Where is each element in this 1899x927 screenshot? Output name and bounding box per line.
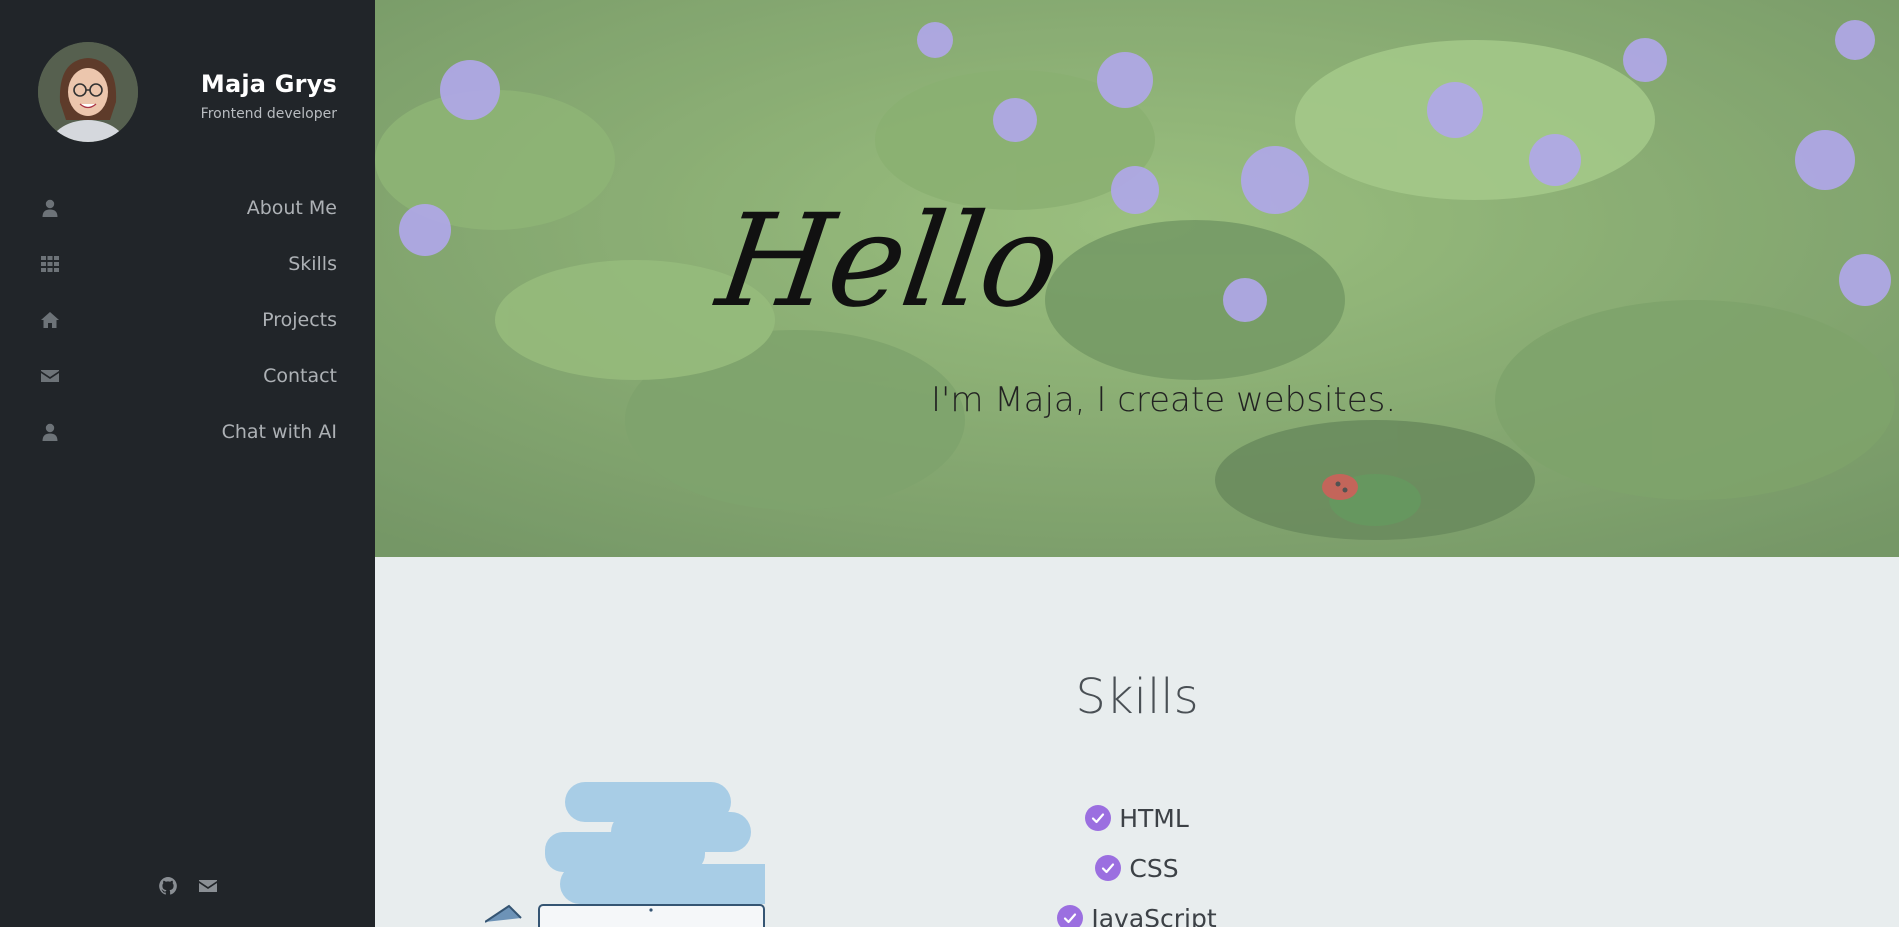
sidebar-item-label: Projects <box>262 309 337 331</box>
hero-banner: Hello I'm Maja, I create websites. <box>375 0 1899 557</box>
hero-tagline: I'm Maja, I create websites. <box>931 380 1397 420</box>
user-icon <box>40 422 60 442</box>
skill-list: HTML CSS JavaScript <box>375 793 1899 927</box>
sidebar-item-label: Skills <box>288 253 337 275</box>
skill-label: JavaScript <box>1091 903 1217 927</box>
list-item: HTML <box>375 793 1899 843</box>
page-root: Maja Grys Frontend developer About Me Sk… <box>0 0 1899 927</box>
sidebar: Maja Grys Frontend developer About Me Sk… <box>0 0 375 927</box>
home-icon <box>40 310 60 330</box>
github-icon[interactable] <box>158 876 178 896</box>
skills-title: Skills <box>1075 669 1199 725</box>
sidebar-nav: About Me Skills Projects Contact Chat wi… <box>0 180 375 460</box>
social-links <box>0 876 375 896</box>
envelope-icon[interactable] <box>198 876 218 896</box>
sidebar-item-contact[interactable]: Contact <box>0 348 375 404</box>
sidebar-item-about-me[interactable]: About Me <box>0 180 375 236</box>
sidebar-item-chat-with-ai[interactable]: Chat with AI <box>0 404 375 460</box>
profile-name: Maja Grys <box>200 70 337 98</box>
sidebar-item-label: About Me <box>246 197 337 219</box>
check-circle-icon <box>1095 855 1122 881</box>
user-icon <box>40 198 60 218</box>
avatar <box>38 42 138 142</box>
grid-icon <box>40 254 60 274</box>
sidebar-item-skills[interactable]: Skills <box>0 236 375 292</box>
check-circle-icon <box>1085 805 1112 831</box>
list-item: JavaScript <box>375 893 1899 927</box>
hero-greeting: Hello <box>709 187 1067 336</box>
list-item: CSS <box>375 843 1899 893</box>
sidebar-item-projects[interactable]: Projects <box>0 292 375 348</box>
skills-section: Skills HTML CSS JavaScript <box>375 557 1899 927</box>
sidebar-item-label: Chat with AI <box>221 421 337 443</box>
envelope-icon <box>40 366 60 386</box>
skill-label: CSS <box>1129 853 1179 883</box>
sidebar-item-label: Contact <box>263 365 337 387</box>
skill-label: HTML <box>1119 803 1189 833</box>
profile-role: Frontend developer <box>200 106 337 122</box>
check-circle-icon <box>1057 905 1084 927</box>
